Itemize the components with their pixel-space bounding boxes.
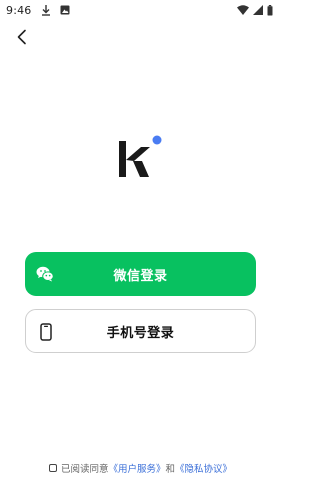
agreement-row: 已阅读同意 《用户服务》 和 《隐私协议》 [0, 461, 281, 475]
phone-login-button[interactable]: 手机号登录 [25, 309, 256, 353]
status-bar: 9:46 [0, 0, 281, 20]
chevron-left-icon [17, 29, 26, 45]
app-logo [117, 134, 165, 180]
user-service-link[interactable]: 《用户服务》 [108, 461, 165, 475]
image-icon [60, 5, 70, 15]
wifi-icon [237, 5, 249, 15]
phone-login-label: 手机号登录 [106, 325, 175, 341]
wechat-login-button[interactable]: 微信登录 [25, 252, 256, 296]
download-icon [41, 4, 51, 16]
status-time: 9:46 [6, 3, 32, 17]
phone-icon [36, 322, 56, 342]
privacy-policy-link[interactable]: 《隐私协议》 [175, 461, 232, 475]
agreement-prefix: 已阅读同意 [60, 464, 109, 475]
signal-icon [253, 5, 263, 15]
wechat-login-label: 微信登录 [113, 268, 168, 284]
status-bar-left: 9:46 [6, 4, 70, 17]
battery-icon [267, 4, 273, 16]
status-bar-right [237, 4, 273, 16]
agreement-checkbox[interactable] [48, 464, 57, 472]
back-button[interactable] [10, 25, 34, 49]
wechat-icon [35, 264, 55, 284]
agreement-conjunction: 和 [165, 464, 176, 475]
